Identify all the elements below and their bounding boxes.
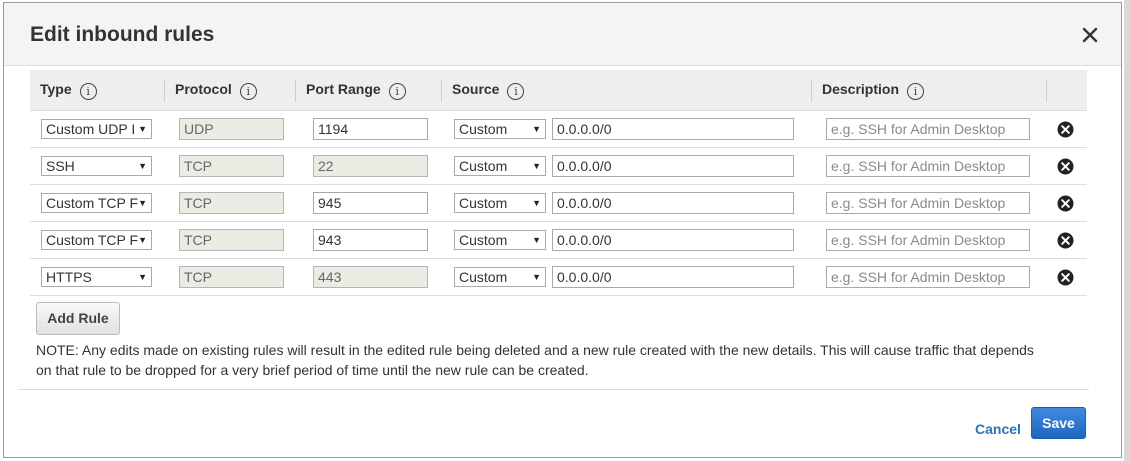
edit-inbound-rules-dialog: Edit inbound rules Type i Protocol i Port … <box>3 2 1122 458</box>
source-type-select[interactable]: Custom ▼ <box>454 156 546 176</box>
close-icon[interactable] <box>1081 26 1099 44</box>
port-range-input: 22 <box>313 155 428 177</box>
description-input[interactable]: e.g. SSH for Admin Desktop <box>826 118 1030 140</box>
chevron-down-icon: ▼ <box>138 198 147 208</box>
description-input[interactable]: e.g. SSH for Admin Desktop <box>826 155 1030 177</box>
source-cidr-input[interactable]: 0.0.0.0/0 <box>552 266 794 288</box>
header-description: Description i <box>812 70 1047 111</box>
chevron-down-icon: ▼ <box>138 161 147 171</box>
source-type-select[interactable]: Custom ▼ <box>454 267 546 287</box>
info-icon[interactable]: i <box>239 82 257 100</box>
info-icon[interactable]: i <box>507 82 525 100</box>
add-rule-button[interactable]: Add Rule <box>36 302 120 335</box>
table-row: Custom TCP F ▼ TCP 945 Custom ▼ 0.0.0.0/0 … <box>30 184 1087 222</box>
table-row: SSH ▼ TCP 22 Custom ▼ 0.0.0.0/0 e.g. SSH f… <box>30 147 1087 185</box>
protocol-field: TCP <box>179 266 284 288</box>
source-type-select[interactable]: Custom ▼ <box>454 230 546 250</box>
dialog-header: Edit inbound rules <box>4 3 1121 66</box>
type-select[interactable]: SSH ▼ <box>41 156 152 176</box>
footer-divider <box>18 389 1089 390</box>
remove-rule-icon[interactable] <box>1057 158 1074 175</box>
rules-table: Type i Protocol i Port Range i Source i Desc… <box>30 70 1087 296</box>
remove-rule-icon[interactable] <box>1057 121 1074 138</box>
info-icon[interactable]: i <box>79 82 97 100</box>
description-input[interactable]: e.g. SSH for Admin Desktop <box>826 229 1030 251</box>
edit-note: NOTE: Any edits made on existing rules w… <box>36 342 1034 378</box>
type-select[interactable]: Custom UDP I ▼ <box>41 119 152 139</box>
save-button[interactable]: Save <box>1031 407 1086 439</box>
protocol-field: TCP <box>179 229 284 251</box>
type-select[interactable]: Custom TCP F ▼ <box>41 193 152 213</box>
port-range-input[interactable]: 943 <box>313 229 428 251</box>
table-row: Custom UDP I ▼ UDP 1194 Custom ▼ 0.0.0.0/0… <box>30 110 1087 148</box>
chevron-down-icon: ▼ <box>532 272 541 282</box>
port-range-input[interactable]: 1194 <box>313 118 428 140</box>
chevron-down-icon: ▼ <box>138 272 147 282</box>
backdrop <box>1124 0 1130 461</box>
remove-rule-icon[interactable] <box>1057 195 1074 212</box>
table-row: HTTPS ▼ TCP 443 Custom ▼ 0.0.0.0/0 e.g. SS… <box>30 258 1087 296</box>
dialog-title: Edit inbound rules <box>30 23 215 46</box>
source-cidr-input[interactable]: 0.0.0.0/0 <box>552 229 794 251</box>
type-select[interactable]: HTTPS ▼ <box>41 267 152 287</box>
chevron-down-icon: ▼ <box>532 124 541 134</box>
info-icon[interactable]: i <box>907 82 925 100</box>
source-type-select[interactable]: Custom ▼ <box>454 119 546 139</box>
protocol-field: TCP <box>179 192 284 214</box>
table-header-row: Type i Protocol i Port Range i Source i Desc… <box>30 70 1087 111</box>
info-icon[interactable]: i <box>388 82 406 100</box>
port-range-input[interactable]: 945 <box>313 192 428 214</box>
type-select[interactable]: Custom TCP F ▼ <box>41 230 152 250</box>
source-cidr-input[interactable]: 0.0.0.0/0 <box>552 118 794 140</box>
header-port-range: Port Range i <box>296 70 442 111</box>
chevron-down-icon: ▼ <box>532 198 541 208</box>
source-cidr-input[interactable]: 0.0.0.0/0 <box>552 192 794 214</box>
protocol-field: TCP <box>179 155 284 177</box>
description-input[interactable]: e.g. SSH for Admin Desktop <box>826 192 1030 214</box>
port-range-input: 443 <box>313 266 428 288</box>
remove-rule-icon[interactable] <box>1057 269 1074 286</box>
chevron-down-icon: ▼ <box>532 161 541 171</box>
description-input[interactable]: e.g. SSH for Admin Desktop <box>826 266 1030 288</box>
header-source: Source i <box>442 70 812 111</box>
header-type: Type i <box>30 70 165 111</box>
cancel-button[interactable]: Cancel <box>975 421 1021 437</box>
protocol-field: UDP <box>179 118 284 140</box>
chevron-down-icon: ▼ <box>138 235 147 245</box>
header-protocol: Protocol i <box>165 70 296 111</box>
header-remove <box>1047 70 1087 111</box>
table-row: Custom TCP F ▼ TCP 943 Custom ▼ 0.0.0.0/0 … <box>30 221 1087 259</box>
chevron-down-icon: ▼ <box>138 124 147 134</box>
chevron-down-icon: ▼ <box>532 235 541 245</box>
source-type-select[interactable]: Custom ▼ <box>454 193 546 213</box>
remove-rule-icon[interactable] <box>1057 232 1074 249</box>
source-cidr-input[interactable]: 0.0.0.0/0 <box>552 155 794 177</box>
